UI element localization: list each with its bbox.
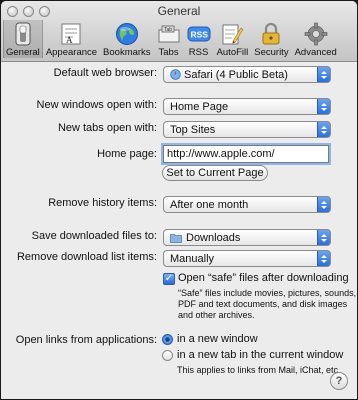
save-downloads-value: Downloads	[186, 231, 241, 244]
tab-rss[interactable]: RSS RSS	[184, 20, 214, 58]
new-windows-value: Home Page	[170, 100, 229, 113]
remove-history-label: Remove history items:	[48, 197, 157, 209]
new-windows-label: New windows open with:	[36, 99, 157, 111]
svg-text:A: A	[66, 35, 73, 45]
gear-icon	[304, 22, 328, 46]
title-bar: General General A Appearance Bookmarks T…	[1, 1, 357, 62]
home-page-value: http://www.apple.com/	[167, 148, 275, 160]
tab-general[interactable]: General	[3, 20, 43, 58]
remove-downloads-label: Remove download list items:	[16, 251, 157, 263]
rss-icon-text: RSS	[190, 30, 208, 40]
general-switch-icon	[11, 22, 35, 46]
new-tabs-value: Top Sites	[170, 123, 216, 136]
tab-rss-label: RSS	[188, 47, 209, 58]
popup-arrows-icon	[317, 251, 330, 266]
open-links-label: Open links from applications:	[15, 334, 157, 346]
safe-files-note-line-3: and other archives.	[178, 310, 255, 320]
tab-security[interactable]: Security	[251, 20, 291, 58]
home-page-field[interactable]: http://www.apple.com/	[163, 145, 329, 163]
general-pane: Default web browser: Safari (4 Public Be…	[1, 62, 357, 399]
help-button[interactable]: ?	[330, 372, 348, 390]
lock-icon	[259, 22, 283, 46]
tab-bookmarks[interactable]: Bookmarks	[100, 20, 154, 58]
open-links-note: This applies to links from Mail, iChat, …	[177, 365, 341, 375]
popup-arrows-icon	[317, 230, 330, 245]
popup-arrows-icon	[317, 197, 330, 212]
set-to-current-page-button[interactable]: Set to Current Page	[162, 165, 268, 181]
tab-tabs-label: Tabs	[158, 47, 179, 58]
home-page-label: Home page:	[97, 148, 157, 160]
popup-arrows-icon	[317, 122, 330, 137]
open-safe-files-checkbox[interactable]: ✓	[163, 273, 175, 285]
new-tabs-label: New tabs open with:	[57, 122, 157, 134]
radio-new-tab-label: in a new tab in the current window	[177, 349, 344, 361]
autofill-pencil-icon	[220, 22, 244, 46]
remove-downloads-popup[interactable]: Manually	[163, 250, 331, 267]
remove-history-popup[interactable]: After one month	[163, 196, 331, 213]
rss-icon: RSS	[187, 22, 211, 46]
new-windows-popup[interactable]: Home Page	[163, 98, 331, 115]
tab-advanced[interactable]: Advanced	[292, 20, 340, 58]
safe-files-note-line-1: “Safe” files include movies, pictures, s…	[178, 288, 357, 298]
default-browser-label: Default web browser:	[53, 67, 157, 79]
save-downloads-popup[interactable]: Downloads	[163, 229, 331, 246]
tab-advanced-label: Advanced	[294, 47, 337, 58]
safari-compass-icon	[170, 69, 181, 80]
preferences-toolbar: General A Appearance Bookmarks Tab Tabs …	[3, 20, 340, 58]
folder-icon	[170, 233, 182, 243]
appearance-icon: A	[59, 22, 83, 46]
tab-general-label: General	[6, 47, 40, 58]
safe-files-note-line-2: PDF and text documents, and disk images	[178, 299, 348, 309]
tab-autofill[interactable]: AutoFill	[214, 20, 252, 58]
tab-bookmarks-label: Bookmarks	[103, 47, 151, 58]
radio-new-window-label: in a new window	[177, 333, 258, 345]
radio-new-window[interactable]	[162, 334, 173, 345]
save-downloads-label: Save downloaded files to:	[31, 230, 157, 242]
popup-arrows-icon	[317, 67, 330, 82]
tabs-icon: Tab	[157, 22, 181, 46]
remove-history-value: After one month	[170, 198, 249, 211]
remove-downloads-value: Manually	[170, 252, 215, 265]
tab-security-label: Security	[254, 47, 289, 58]
window-title: General	[157, 4, 201, 18]
tab-appearance-label: Appearance	[45, 47, 98, 58]
default-browser-value: Safari (4 Public Beta)	[184, 68, 288, 81]
tab-autofill-label: AutoFill	[216, 47, 249, 58]
tab-appearance[interactable]: A Appearance	[43, 20, 100, 58]
globe-icon	[115, 22, 139, 46]
open-safe-files-label: Open “safe” files after downloading	[178, 272, 349, 284]
new-tabs-popup[interactable]: Top Sites	[163, 121, 331, 138]
default-browser-popup[interactable]: Safari (4 Public Beta)	[163, 66, 331, 83]
preferences-window: General General A Appearance Bookmarks T…	[1, 1, 357, 399]
tab-tabs[interactable]: Tab Tabs	[154, 20, 184, 58]
tabs-icon-text: Tab	[164, 27, 172, 33]
radio-new-tab[interactable]	[162, 350, 173, 361]
popup-arrows-icon	[317, 99, 330, 114]
